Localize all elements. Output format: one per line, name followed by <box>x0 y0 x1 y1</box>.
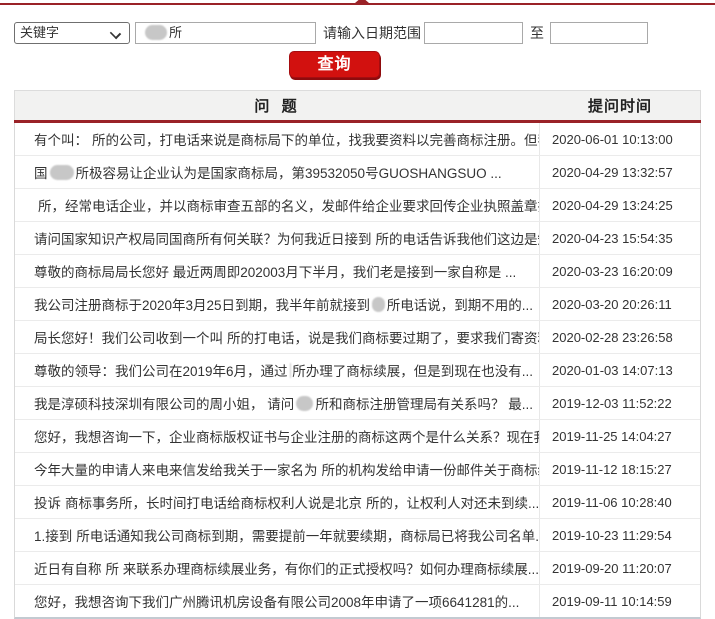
time-cell: 2020-03-23 16:20:09 <box>552 263 673 279</box>
question-text: 近日有自称 <box>34 562 102 577</box>
time-cell: 2020-04-23 15:54:35 <box>552 230 673 246</box>
question-text: 所和商标注册管理局有关系吗？ 最... <box>315 397 533 412</box>
question-text: 局长您好！我们公司收到一个叫 <box>34 331 223 346</box>
question-cell[interactable]: 我公司注册商标于2020年3月25日到期，我半年前就接到 所电话说，到期不用的..… <box>15 288 540 320</box>
question-text: 我是淳硕科技深圳有限公司的周小姐， 请问 <box>34 397 295 412</box>
time-cell: 2019-09-11 10:14:59 <box>552 593 672 609</box>
question-cell[interactable]: 我是淳硕科技深圳有限公司的周小姐， 请问 所和商标注册管理局有关系吗？ 最... <box>15 387 540 419</box>
question-text: 所 <box>169 25 183 40</box>
time-cell: 2020-06-01 10:13:00 <box>552 131 673 147</box>
question-cell[interactable]: 尊敬的商标局局长您好 最近两周即202003月下半月，我们老是接到一家自称是 .… <box>15 255 540 287</box>
time-cell: 2019-12-03 11:52:22 <box>552 395 672 411</box>
time-cell: 2019-11-12 18:15:27 <box>552 461 672 477</box>
table-row: 今年大量的申请人来电来信发给我关于一家名为 所的机构发给申请一份邮件关于商标续..… <box>15 452 700 485</box>
table-row: 您好，我想咨询下我们广州腾讯机房设备有限公司2008年申请了一项6641281的… <box>15 584 700 617</box>
question-cell[interactable]: 请问国家知识产权局同国商所有何关联？为何我近日接到所的电话告诉我他们这边是知..… <box>15 222 540 254</box>
question-text: 请问国家知识产权局同国商所有何关联？为何我近日接到 <box>34 232 372 247</box>
keyword-input[interactable]: 所 <box>135 22 316 44</box>
question-text: 所的，让权利人对还未到续... <box>366 496 540 511</box>
questions-table: 问 题 提问时间 有个叫： 所的公司，打电话来说是商标局下的单位，找我要资料以完善… <box>14 90 701 619</box>
question-text: 投诉 <box>34 496 61 511</box>
question-text: 今年大量的申请人来电来信发给我关于一家名为 <box>34 463 318 478</box>
question-text: 所极容易让企业认为是国家商标局，第39532050号GUOSHANGSUO ..… <box>75 166 502 181</box>
time-cell: 2020-02-28 23:26:58 <box>552 329 673 345</box>
date-from-input[interactable] <box>424 22 523 44</box>
search-form: 关键字 所 请输入日期范围 至 <box>14 22 648 44</box>
question-text: 有个叫： <box>34 133 88 148</box>
question-text: 1.接到 <box>34 529 73 544</box>
time-cell: 2019-09-20 11:20:07 <box>552 560 672 576</box>
question-text: 国 <box>34 166 48 181</box>
time-cell: 2020-04-29 13:24:25 <box>552 197 673 213</box>
table-row: 请问国家知识产权局同国商所有何关联？为何我近日接到所的电话告诉我他们这边是知..… <box>15 221 700 254</box>
table-row: 所，经常电话企业，并以商标审查五部的名义，发邮件给企业要求回传企业执照盖章扫..… <box>15 188 700 221</box>
redacted-text <box>49 164 74 180</box>
top-accent-line <box>0 0 715 5</box>
question-text: 尊敬的领导：我们公司在2019年6月，通过 <box>34 364 288 379</box>
keyword-type-select-value: 关键字 <box>20 25 60 40</box>
table-row: 尊敬的领导：我们公司在2019年6月，通过 所办理了商标续展，但是到现在也没有..… <box>15 353 700 386</box>
question-cell[interactable]: 国 所极容易让企业认为是国家商标局，第39532050号GUOSHANGSUO .… <box>15 156 540 188</box>
table-row: 您好，我想咨询一下，企业商标版权证书与企业注册的商标这两个是什么关系？现在我企业… <box>15 419 700 452</box>
question-text: 您好，我想咨询下我们广州腾讯机房设备有限公司2008年申请了一项6641281的… <box>34 595 520 610</box>
redacted-text <box>289 362 291 378</box>
question-text: 所的机构发给申请一份邮件关于商标续... <box>321 463 540 478</box>
search-button[interactable]: 查询 <box>289 51 380 78</box>
question-text: 所的打电话，说是我们商标要过期了，要求我们寄资料... <box>227 331 540 346</box>
question-text: 您好，我想咨询一下，企业商标版权证书与企业注册的商标这两个是什么关系？现在我企业… <box>34 430 540 445</box>
question-text: 所办理了商标续展，但是到现在也没有... <box>292 364 533 379</box>
question-cell[interactable]: 所，经常电话企业，并以商标审查五部的名义，发邮件给企业要求回传企业执照盖章扫..… <box>15 189 540 221</box>
redacted-text <box>296 395 314 411</box>
keyword-type-select[interactable]: 关键字 <box>14 22 130 44</box>
question-text: 所电话通知我公司商标到期，需要提前一年就要续期，商标局已将我公司名单... <box>76 529 540 544</box>
question-cell[interactable]: 您好，我想咨询一下，企业商标版权证书与企业注册的商标这两个是什么关系？现在我企业… <box>15 420 540 452</box>
table-row: 有个叫： 所的公司，打电话来说是商标局下的单位，找我要资料以完善商标注册。但我..… <box>15 123 700 155</box>
time-cell: 2020-03-20 20:26:11 <box>552 296 672 312</box>
time-cell: 2019-10-23 11:29:54 <box>552 527 672 543</box>
question-cell[interactable]: 1.接到 所电话通知我公司商标到期，需要提前一年就要续期，商标局已将我公司名单..… <box>15 519 540 551</box>
question-text: 尊敬的商标局局长您好 最近两周即202003月下半月，我们老是接到一家自称是 .… <box>34 265 517 280</box>
table-row: 局长您好！我们公司收到一个叫 所的打电话，说是我们商标要过期了，要求我们寄资料..… <box>15 320 700 353</box>
table-row: 近日有自称所 来联系办理商标续展业务，有你们的正式授权吗？如何办理商标续展...… <box>15 551 700 584</box>
question-cell[interactable]: 投诉 商标事务所，长时间打电话给商标权利人说是北京 所的，让权利人对还未到续... <box>15 486 540 518</box>
question-cell[interactable]: 局长您好！我们公司收到一个叫 所的打电话，说是我们商标要过期了，要求我们寄资料..… <box>15 321 540 353</box>
question-cell[interactable]: 近日有自称所 来联系办理商标续展业务，有你们的正式授权吗？如何办理商标续展... <box>15 552 540 584</box>
column-header-time: 提问时间 <box>587 98 652 115</box>
question-cell[interactable]: 有个叫： 所的公司，打电话来说是商标局下的单位，找我要资料以完善商标注册。但我..… <box>15 123 540 155</box>
redacted-text <box>145 25 167 40</box>
table-row: 投诉 商标事务所，长时间打电话给商标权利人说是北京 所的，让权利人对还未到续... 2… <box>15 485 700 518</box>
question-text: 所 来联系办理商标续展业务，有你们的正式授权吗？如何办理商标续展... <box>105 562 540 577</box>
table-row: 尊敬的商标局局长您好 最近两周即202003月下半月，我们老是接到一家自称是 .… <box>15 254 700 287</box>
time-cell: 2020-04-29 13:32:57 <box>552 164 673 180</box>
question-cell[interactable]: 尊敬的领导：我们公司在2019年6月，通过 所办理了商标续展，但是到现在也没有..… <box>15 354 540 386</box>
table-header: 问 题 提问时间 <box>14 90 701 120</box>
date-to-input[interactable] <box>550 22 648 44</box>
table-row: 我公司注册商标于2020年3月25日到期，我半年前就接到 所电话说，到期不用的..… <box>15 287 700 320</box>
date-range-label: 请输入日期范围 <box>323 25 421 41</box>
question-text: 我公司注册商标于2020年3月25日到期，我半年前就接到 <box>34 298 371 313</box>
question-text: 商标事务所，长时间打电话给商标权利人说是北京 <box>65 496 362 511</box>
time-cell: 2019-11-25 14:04:27 <box>552 428 672 444</box>
question-cell[interactable]: 今年大量的申请人来电来信发给我关于一家名为 所的机构发给申请一份邮件关于商标续..… <box>15 453 540 485</box>
question-text: 所电话说，到期不用的... <box>386 298 533 313</box>
table-body: 有个叫： 所的公司，打电话来说是商标局下的单位，找我要资料以完善商标注册。但我..… <box>14 123 701 619</box>
tab-indicator-triangle-icon <box>355 0 369 3</box>
column-header-question: 问 题 <box>254 98 301 115</box>
table-row: 1.接到 所电话通知我公司商标到期，需要提前一年就要续期，商标局已将我公司名单..… <box>15 518 700 551</box>
table-row: 我是淳硕科技深圳有限公司的周小姐， 请问 所和商标注册管理局有关系吗？ 最... 2… <box>15 386 700 419</box>
time-cell: 2020-01-03 14:07:13 <box>552 362 673 378</box>
question-text: 所的公司，打电话来说是商标局下的单位，找我要资料以完善商标注册。但我... <box>92 133 540 148</box>
question-text: 所，经常电话企业，并以商标审查五部的名义，发邮件给企业要求回传企业执照盖章扫..… <box>38 199 540 214</box>
redacted-text <box>372 296 385 312</box>
date-to-label: 至 <box>530 25 544 41</box>
time-cell: 2019-11-06 10:28:40 <box>552 494 672 510</box>
table-row: 国 所极容易让企业认为是国家商标局，第39532050号GUOSHANGSUO .… <box>15 155 700 188</box>
question-cell[interactable]: 您好，我想咨询下我们广州腾讯机房设备有限公司2008年申请了一项6641281的… <box>15 585 540 617</box>
chevron-down-icon <box>109 27 122 40</box>
question-text: 所的电话告诉我他们这边是知... <box>375 232 540 247</box>
